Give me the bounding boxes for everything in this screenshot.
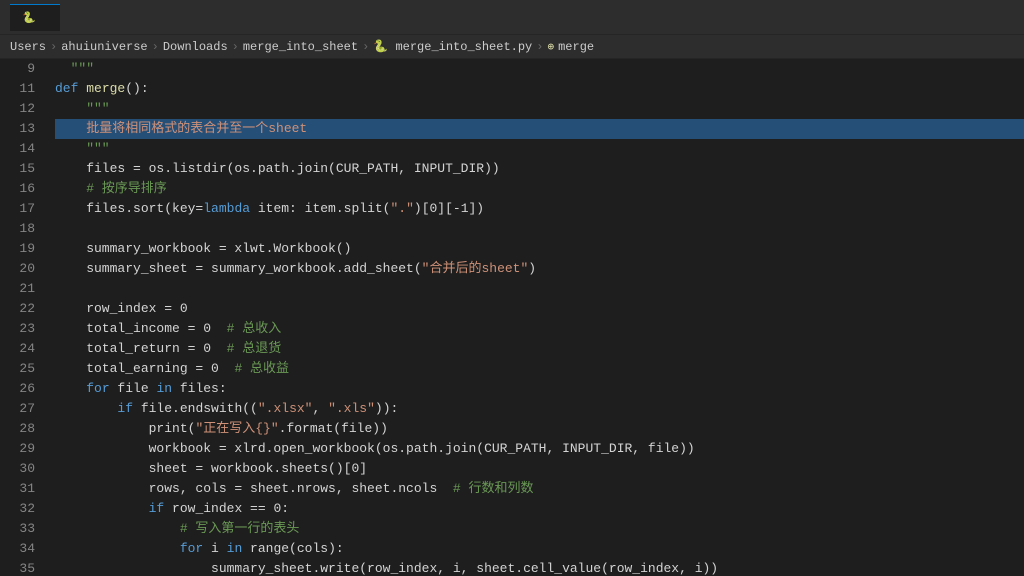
code-line: total_return = 0 # 总退货	[55, 339, 1024, 359]
line-number: 34	[0, 539, 35, 559]
line-number: 13	[0, 119, 35, 139]
line-number: 28	[0, 419, 35, 439]
editor-area: 9111213141516171819202122232425262728293…	[0, 59, 1024, 576]
line-number: 21	[0, 279, 35, 299]
breadcrumb: Users › ahuiuniverse › Downloads › merge…	[0, 35, 1024, 59]
code-line: summary_workbook = xlwt.Workbook()	[55, 239, 1024, 259]
line-number: 23	[0, 319, 35, 339]
line-number: 31	[0, 479, 35, 499]
code-line: """	[55, 99, 1024, 119]
line-number: 11	[0, 79, 35, 99]
line-number: 18	[0, 219, 35, 239]
code-line	[55, 219, 1024, 239]
code-line: summary_sheet.write(row_index, i, sheet.…	[55, 559, 1024, 576]
python-icon: 🐍	[22, 11, 36, 25]
line-number: 24	[0, 339, 35, 359]
code-line: summary_sheet = summary_workbook.add_she…	[55, 259, 1024, 279]
line-number: 32	[0, 499, 35, 519]
line-number: 15	[0, 159, 35, 179]
code-line: """	[55, 139, 1024, 159]
code-line: files = os.listdir(os.path.join(CUR_PATH…	[55, 159, 1024, 179]
code-line: 批量将相同格式的表合并至一个sheet	[55, 119, 1024, 139]
line-number: 16	[0, 179, 35, 199]
line-number: 19	[0, 239, 35, 259]
line-number: 25	[0, 359, 35, 379]
line-number: 14	[0, 139, 35, 159]
code-line: # 按序导排序	[55, 179, 1024, 199]
code-line: """	[55, 59, 1024, 79]
line-number: 27	[0, 399, 35, 419]
line-number: 35	[0, 559, 35, 576]
code-line: def merge():	[55, 79, 1024, 99]
line-number: 20	[0, 259, 35, 279]
code-line: if file.endswith((".xlsx", ".xls")):	[55, 399, 1024, 419]
code-line: total_earning = 0 # 总收益	[55, 359, 1024, 379]
line-number: 26	[0, 379, 35, 399]
code-content[interactable]: """def merge(): """ 批量将相同格式的表合并至一个sheet …	[45, 59, 1024, 576]
code-line	[55, 279, 1024, 299]
code-line: for file in files:	[55, 379, 1024, 399]
code-line: if row_index == 0:	[55, 499, 1024, 519]
title-bar: 🐍	[0, 0, 1024, 35]
line-number: 12	[0, 99, 35, 119]
line-numbers: 9111213141516171819202122232425262728293…	[0, 59, 45, 576]
code-line: print("正在写入{}".format(file))	[55, 419, 1024, 439]
code-line: total_income = 0 # 总收入	[55, 319, 1024, 339]
file-tab[interactable]: 🐍	[10, 4, 60, 31]
line-number: 29	[0, 439, 35, 459]
line-number: 33	[0, 519, 35, 539]
line-number: 17	[0, 199, 35, 219]
code-line: # 写入第一行的表头	[55, 519, 1024, 539]
code-line: rows, cols = sheet.nrows, sheet.ncols # …	[55, 479, 1024, 499]
code-line: workbook = xlrd.open_workbook(os.path.jo…	[55, 439, 1024, 459]
line-number: 9	[0, 59, 35, 79]
code-line: for i in range(cols):	[55, 539, 1024, 559]
function-icon: ⊕	[547, 40, 554, 54]
line-number: 22	[0, 299, 35, 319]
line-number: 30	[0, 459, 35, 479]
code-line: row_index = 0	[55, 299, 1024, 319]
code-line: sheet = workbook.sheets()[0]	[55, 459, 1024, 479]
code-line: files.sort(key=lambda item: item.split("…	[55, 199, 1024, 219]
